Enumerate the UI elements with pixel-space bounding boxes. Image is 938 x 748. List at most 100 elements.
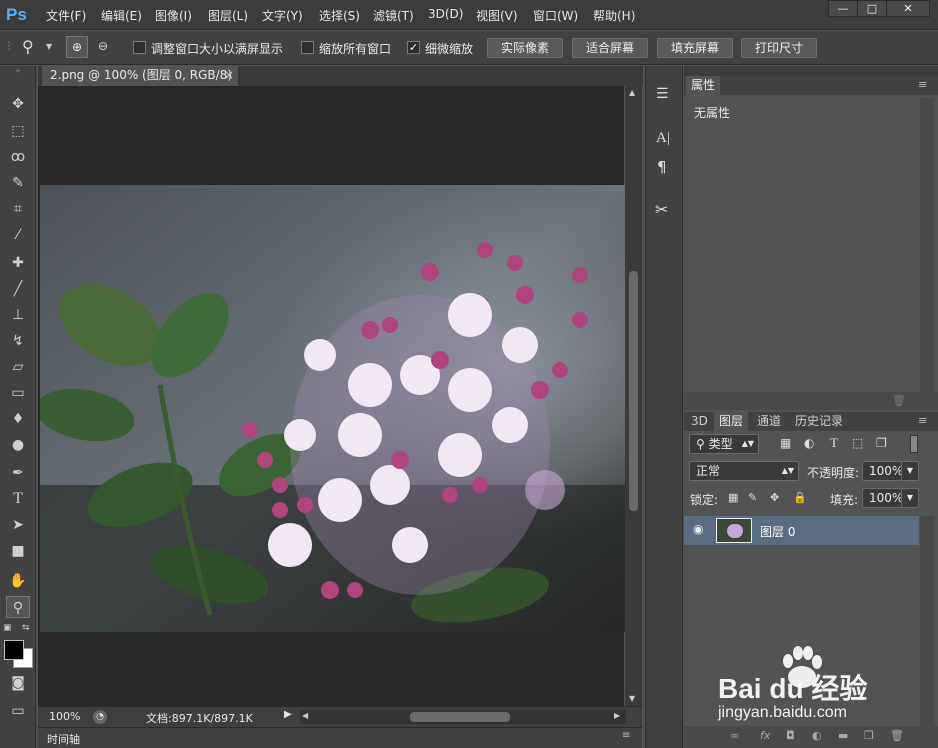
resize-windows-checkbox[interactable]: [133, 41, 146, 54]
zoom-all-checkbox[interactable]: [301, 41, 314, 54]
panel-collapse-icon[interactable]: »: [6, 66, 30, 76]
menu-type[interactable]: 文字(Y): [262, 7, 303, 24]
status-menu-arrow-icon[interactable]: ▶: [284, 709, 292, 720]
vertical-scroll-thumb[interactable]: [629, 271, 638, 511]
scroll-down-icon[interactable]: ▼: [629, 694, 635, 703]
zoom-level[interactable]: 100%: [49, 710, 80, 723]
filter-pixel-icon[interactable]: ▦: [780, 436, 791, 450]
fill-screen-button[interactable]: 填充屏幕: [657, 38, 733, 58]
properties-trash-icon[interactable]: 🗑: [892, 394, 906, 407]
timeline-tab[interactable]: 时间轴: [47, 731, 80, 747]
filter-adjustment-icon[interactable]: ◐: [804, 436, 814, 450]
horizontal-scroll-thumb[interactable]: [410, 712, 510, 722]
character-panel-icon[interactable]: A|: [656, 130, 670, 147]
scrubby-zoom-checkbox[interactable]: ✓: [407, 41, 420, 54]
screen-mode-icon[interactable]: ▭: [6, 700, 30, 722]
horizontal-scrollbar[interactable]: ◀ ▶: [300, 710, 626, 724]
chevron-down-icon[interactable]: ▼: [46, 42, 52, 51]
properties-menu-icon[interactable]: ≡: [918, 78, 927, 91]
new-group-icon[interactable]: ▬: [838, 729, 848, 742]
crop-tool-icon[interactable]: ⌗: [6, 198, 30, 220]
scroll-up-icon[interactable]: ▲: [629, 88, 635, 97]
link-layers-icon[interactable]: ∞: [730, 729, 739, 742]
tool-presets-icon[interactable]: ✂: [655, 200, 668, 219]
fill-dropdown-arrow-icon[interactable]: ▼: [901, 488, 919, 508]
swap-colors-icon[interactable]: ⇆: [22, 623, 30, 633]
quick-mask-icon[interactable]: ◙: [6, 672, 30, 694]
pen-tool-icon[interactable]: ✒: [6, 462, 30, 484]
brush-tool-icon[interactable]: ╱: [6, 278, 30, 300]
filter-smart-object-icon[interactable]: ❐: [876, 436, 887, 450]
print-size-button[interactable]: 打印尺寸: [741, 38, 817, 58]
layer-name[interactable]: 图层 0: [760, 523, 795, 540]
blur-tool-icon[interactable]: ♦: [6, 408, 30, 430]
canvas-image[interactable]: [40, 185, 625, 632]
stamp-tool-icon[interactable]: ⊥: [6, 304, 30, 326]
timeline-menu-icon[interactable]: ≡: [622, 730, 630, 741]
menu-layer[interactable]: 图层(L): [208, 7, 248, 24]
move-tool-icon[interactable]: ✥: [6, 93, 30, 115]
scroll-left-icon[interactable]: ◀: [302, 711, 308, 720]
layer-row[interactable]: ◉ 图层 0: [684, 516, 919, 545]
lock-transparent-icon[interactable]: ▦: [728, 491, 738, 504]
lock-pixels-icon[interactable]: ✎: [748, 491, 757, 504]
tab-history[interactable]: 历史记录: [790, 412, 848, 431]
menu-file[interactable]: 文件(F): [46, 7, 86, 24]
eyedropper-tool-icon[interactable]: ⁄: [6, 224, 30, 246]
tab-3d[interactable]: 3D: [686, 412, 713, 431]
menu-select[interactable]: 选择(S): [319, 7, 360, 24]
menu-help[interactable]: 帮助(H): [593, 7, 635, 24]
shape-tool-icon[interactable]: ■: [6, 540, 30, 562]
menu-window[interactable]: 窗口(W): [533, 7, 578, 24]
tab-channels[interactable]: 通道: [752, 412, 786, 431]
status-info-icon[interactable]: ◔: [93, 710, 107, 724]
eraser-tool-icon[interactable]: ▱: [6, 356, 30, 378]
tab-layers[interactable]: 图层: [714, 412, 749, 431]
layer-style-icon[interactable]: fx: [760, 729, 770, 742]
zoom-in-icon[interactable]: ⊕: [66, 36, 88, 58]
filter-type-icon[interactable]: T: [830, 435, 838, 451]
adjustment-layer-icon[interactable]: ◐: [812, 729, 822, 742]
fit-screen-button[interactable]: 适合屏幕: [572, 38, 648, 58]
layer-filter-dropdown[interactable]: ⚲ 类型 ▲▼: [689, 434, 759, 454]
menu-view[interactable]: 视图(V): [476, 7, 518, 24]
menu-filter[interactable]: 滤镜(T): [373, 7, 414, 24]
default-colors-icon[interactable]: ▣: [3, 623, 12, 633]
minimize-button[interactable]: —: [828, 0, 858, 17]
marquee-tool-icon[interactable]: ⬚: [6, 120, 30, 142]
close-tab-icon[interactable]: ×: [224, 66, 234, 85]
healing-brush-tool-icon[interactable]: ✚: [6, 252, 30, 274]
menu-edit[interactable]: 编辑(E): [101, 7, 142, 24]
lasso-tool-icon[interactable]: ꝏ: [6, 146, 30, 168]
vertical-scrollbar[interactable]: ▲ ▼: [625, 86, 642, 706]
layer-visibility-eye-icon[interactable]: ◉: [693, 522, 703, 536]
layers-menu-icon[interactable]: ≡: [918, 414, 927, 427]
blend-mode-dropdown[interactable]: 正常 ▲▼: [689, 461, 799, 481]
close-button[interactable]: ✕: [886, 0, 930, 17]
type-tool-icon[interactable]: T: [6, 488, 30, 510]
document-tab[interactable]: 2.png @ 100% (图层 0, RGB/8) ×: [42, 66, 238, 86]
properties-scrollbar[interactable]: [920, 98, 934, 392]
new-layer-icon[interactable]: ❐: [864, 729, 874, 742]
path-select-tool-icon[interactable]: ➤: [6, 514, 30, 536]
quick-select-tool-icon[interactable]: ✎: [6, 172, 30, 194]
fill-input[interactable]: 100%: [862, 488, 903, 508]
paragraph-style-icon[interactable]: ☰: [656, 86, 669, 102]
lock-all-icon[interactable]: 🔒: [793, 491, 807, 504]
filter-toggle-switch[interactable]: [910, 435, 918, 453]
zoom-out-icon[interactable]: ⊖: [92, 36, 114, 58]
scroll-right-icon[interactable]: ▶: [614, 711, 620, 720]
dodge-tool-icon[interactable]: ●: [6, 434, 30, 456]
delete-layer-icon[interactable]: 🗑: [890, 729, 904, 742]
paragraph-panel-icon[interactable]: ¶: [657, 158, 667, 176]
opacity-input[interactable]: 100%: [862, 461, 903, 481]
add-mask-icon[interactable]: ◘: [786, 729, 795, 742]
zoom-tool-preset-icon[interactable]: ⚲: [22, 37, 34, 56]
foreground-color-swatch[interactable]: [4, 640, 24, 660]
hand-tool-icon[interactable]: ✋: [6, 570, 30, 592]
gradient-tool-icon[interactable]: ▭: [6, 382, 30, 404]
opacity-dropdown-arrow-icon[interactable]: ▼: [901, 461, 919, 481]
zoom-tool-icon[interactable]: ⚲: [6, 596, 30, 618]
tab-properties[interactable]: 属性: [686, 76, 721, 95]
filter-shape-icon[interactable]: ⬚: [852, 436, 863, 450]
